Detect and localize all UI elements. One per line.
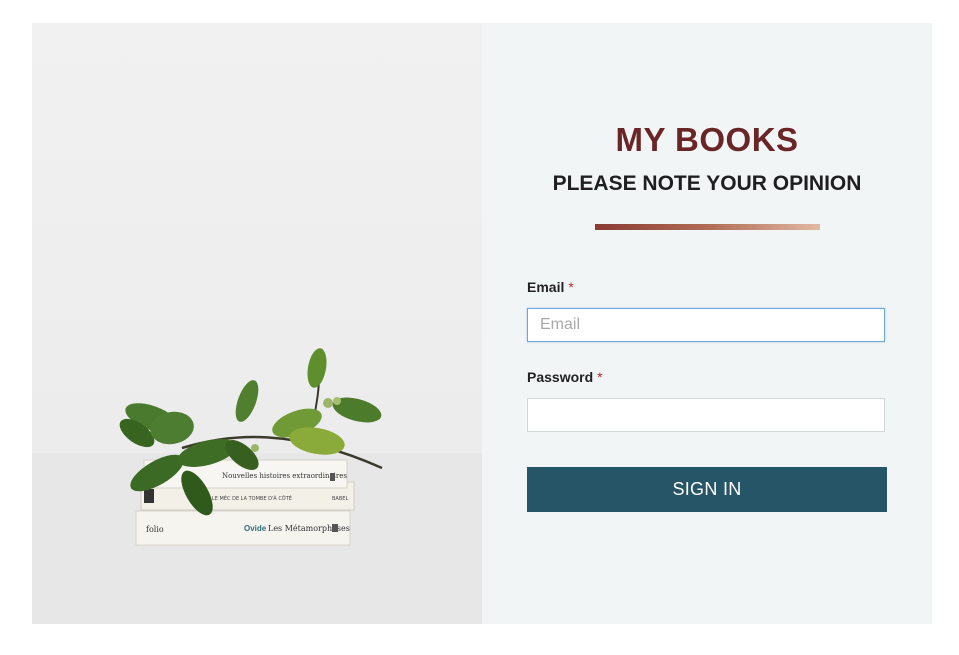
login-card: folio Ovide Les Métamorphoses LE MÉC DE …	[32, 23, 932, 624]
books-plant-illustration: folio Ovide Les Métamorphoses LE MÉC DE …	[32, 348, 482, 624]
sign-in-button[interactable]: SIGN IN	[527, 467, 887, 512]
title-divider	[595, 224, 820, 230]
password-required-mark: *	[597, 369, 603, 385]
app-subtitle: PLEASE NOTE YOUR OPINION	[552, 172, 862, 195]
email-label-text: Email	[527, 279, 565, 295]
password-input[interactable]	[527, 398, 885, 432]
book-title-1: Nouvelles histoires extraordinaires	[222, 472, 347, 480]
book-title-2: LE MÉC DE LA TOMBE D'À CÔTÉ	[212, 494, 292, 502]
svg-text:folio: folio	[146, 525, 164, 534]
password-label: Password *	[527, 369, 603, 385]
email-input[interactable]	[527, 308, 885, 342]
password-label-text: Password	[527, 369, 594, 385]
app-title: MY BOOKS	[615, 121, 799, 158]
email-label: Email *	[527, 279, 574, 295]
hero-image: folio Ovide Les Métamorphoses LE MÉC DE …	[32, 23, 482, 624]
svg-text:BABEL: BABEL	[332, 496, 348, 502]
login-panel: MY BOOKS PLEASE NOTE YOUR OPINION Email *…	[482, 23, 932, 624]
svg-text:Ovide: Ovide	[244, 524, 267, 533]
email-required-mark: *	[568, 279, 574, 295]
